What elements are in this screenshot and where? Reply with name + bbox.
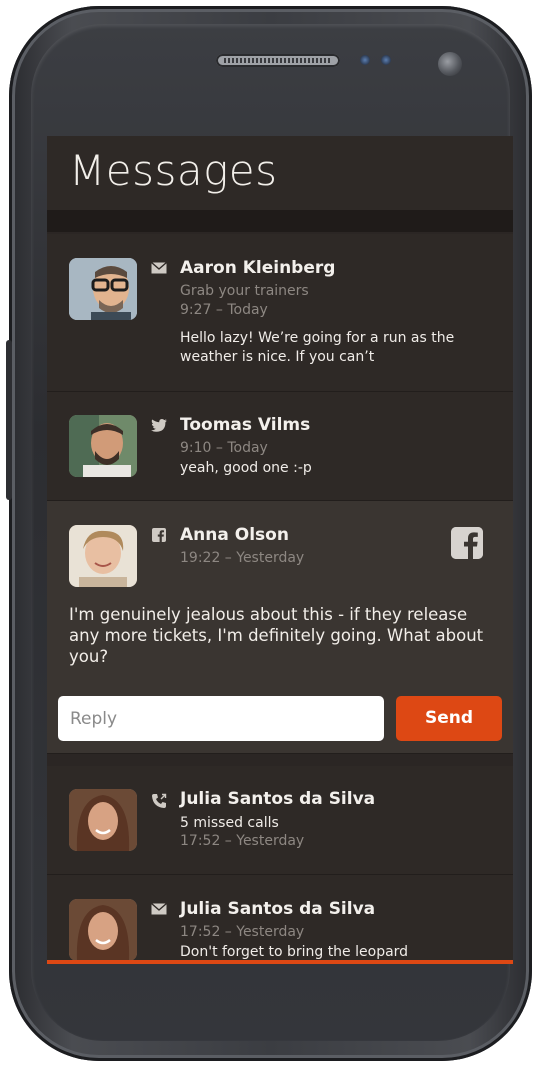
avatar [69,415,137,477]
missed-call-icon [151,793,167,808]
bottom-accent-bar [47,960,513,964]
missed-calls-count: 5 missed calls [180,815,279,831]
message-item-toomas[interactable]: Toomas Vilms 9:10 – Today yeah, good one… [47,392,513,501]
front-camera [438,52,462,76]
page-title: Messages [69,146,278,195]
message-item-aaron[interactable]: Aaron Kleinberg Grab your trainers 9:27 … [47,234,513,392]
message-subject: Grab your trainers [180,283,309,299]
facebook-icon [151,528,167,542]
message-time: 9:10 – Today [180,440,268,456]
message-preview: yeah, good one :-p [180,460,312,476]
proximity-sensor [360,55,370,65]
facebook-badge-icon [451,527,483,559]
message-item-julia-calls[interactable]: Julia Santos da Silva 5 missed calls 17:… [47,766,513,875]
screen: Messages Aaron Kleinberg Grab your train… [47,136,513,964]
envelope-icon [151,261,167,276]
light-sensor [381,55,391,65]
header-divider [47,210,513,232]
avatar [69,525,137,587]
sender-name: Anna Olson [180,525,289,545]
reply-input[interactable] [58,696,384,741]
app-header: Messages [47,136,513,210]
send-button[interactable]: Send [396,696,502,741]
twitter-icon [151,419,167,433]
message-preview: Hello lazy! We’re going for a run as the… [180,330,455,365]
sender-name: Julia Santos da Silva [180,899,376,919]
message-time: 17:52 – Yesterday [180,833,305,849]
message-time: 9:27 – Today [180,302,268,318]
sender-name: Julia Santos da Silva [180,789,376,809]
message-time: 19:22 – Yesterday [180,550,305,566]
sender-name: Toomas Vilms [180,415,311,435]
message-body: I'm genuinely jealous about this - if th… [69,605,484,666]
avatar [69,789,137,851]
avatar [69,899,137,961]
message-item-julia-email[interactable]: Julia Santos da Silva 17:52 – Yesterday … [47,875,513,964]
envelope-icon [151,902,167,917]
message-time: 17:52 – Yesterday [180,924,305,940]
sender-name: Aaron Kleinberg [180,258,336,278]
avatar [69,258,137,320]
earpiece-speaker [216,54,340,67]
